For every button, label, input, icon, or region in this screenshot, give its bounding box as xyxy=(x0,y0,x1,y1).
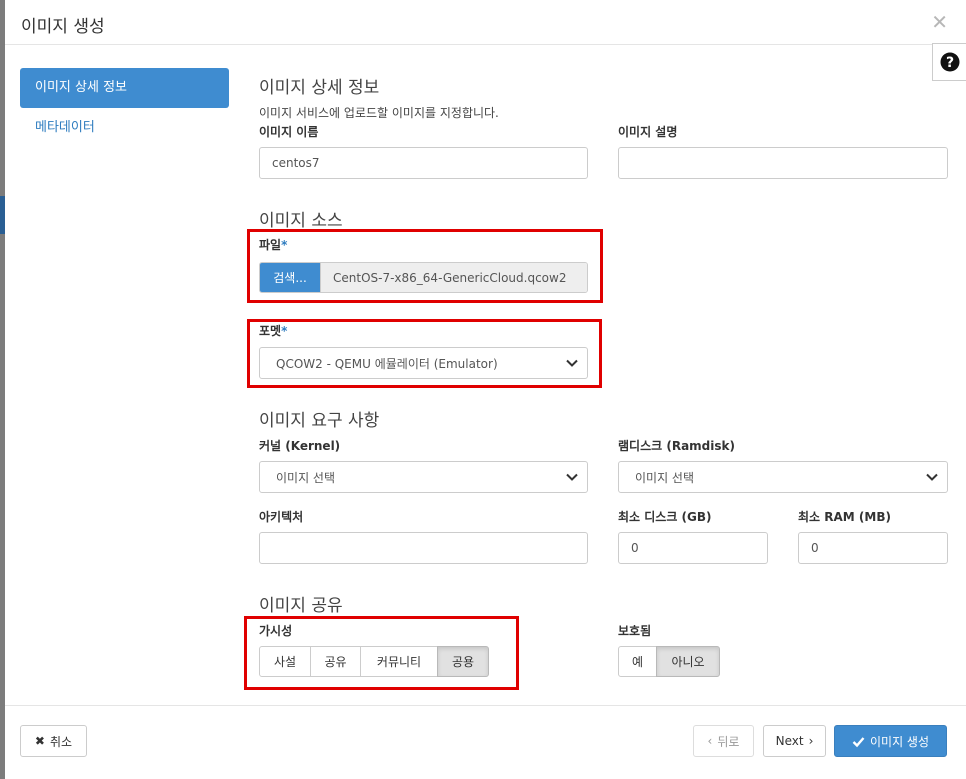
chevron-right-icon: › xyxy=(808,734,814,748)
close-icon: ✖ xyxy=(34,734,45,748)
architecture-label: 아키텍처 xyxy=(259,510,304,524)
min-disk-label: 최소 디스크 (GB) xyxy=(618,510,712,524)
ramdisk-selected-value: 이미지 선택 xyxy=(635,470,695,485)
wizard-sidebar: 이미지 상세 정보 메타데이터 xyxy=(20,68,229,148)
min-disk-value: 0 xyxy=(631,541,639,555)
modal-footer: ✖ 취소 ‹ 뒤로 Next › 이미지 생성 xyxy=(5,705,966,779)
visibility-highlight-box xyxy=(244,616,519,690)
next-button[interactable]: Next › xyxy=(763,725,826,757)
min-ram-value: 0 xyxy=(811,541,819,555)
requirements-heading: 이미지 요구 사항 xyxy=(259,411,380,431)
kernel-label: 커널 (Kernel) xyxy=(259,439,341,453)
chevron-left-icon: ‹ xyxy=(707,734,713,748)
image-name-label: 이미지 이름 xyxy=(259,125,319,139)
min-ram-input[interactable]: 0 xyxy=(798,532,948,564)
back-label: 뒤로 xyxy=(717,734,740,749)
protected-yes-button[interactable]: 예 xyxy=(618,646,657,677)
image-name-value: centos7 xyxy=(272,156,320,170)
min-ram-label: 최소 RAM (MB) xyxy=(798,510,891,524)
cancel-button[interactable]: ✖ 취소 xyxy=(20,725,87,757)
kernel-select[interactable]: 이미지 선택 xyxy=(259,461,588,493)
check-icon xyxy=(852,736,865,747)
next-label: Next xyxy=(775,734,804,748)
image-description-label: 이미지 설명 xyxy=(618,125,678,139)
cancel-label: 취소 xyxy=(49,734,73,749)
modal-title: 이미지 생성 xyxy=(21,17,105,37)
sidebar-item-details[interactable]: 이미지 상세 정보 xyxy=(20,68,229,108)
ramdisk-select[interactable]: 이미지 선택 xyxy=(618,461,948,493)
image-description-input[interactable] xyxy=(618,147,948,179)
chevron-down-icon xyxy=(926,473,938,481)
create-image-label: 이미지 생성 xyxy=(869,734,929,749)
back-button[interactable]: ‹ 뒤로 xyxy=(693,725,754,757)
create-image-modal: 이미지 생성 ✕ ? 이미지 상세 정보 메타데이터 이미지 상세 정보 이미지… xyxy=(5,0,966,779)
protected-label: 보호됨 xyxy=(618,624,652,638)
architecture-input[interactable] xyxy=(259,532,588,564)
ramdisk-label: 램디스크 (Ramdisk) xyxy=(618,439,735,453)
help-button[interactable]: ? xyxy=(932,43,966,81)
close-icon[interactable]: ✕ xyxy=(931,10,948,34)
protected-toggle-group: 예 아니오 xyxy=(618,646,720,677)
svg-text:?: ? xyxy=(945,55,953,71)
file-highlight-box xyxy=(247,229,603,303)
format-highlight-box xyxy=(247,319,602,388)
details-heading: 이미지 상세 정보 xyxy=(259,78,380,98)
details-description: 이미지 서비스에 업로드할 이미지를 지정합니다. xyxy=(259,106,499,120)
sidebar-item-metadata[interactable]: 메타데이터 xyxy=(20,108,229,148)
modal-header: 이미지 생성 ✕ xyxy=(5,0,966,45)
kernel-selected-value: 이미지 선택 xyxy=(276,470,336,485)
question-circle-icon: ? xyxy=(940,52,959,72)
source-heading: 이미지 소스 xyxy=(259,211,343,231)
min-disk-input[interactable]: 0 xyxy=(618,532,768,564)
chevron-down-icon xyxy=(566,473,578,481)
sharing-heading: 이미지 공유 xyxy=(259,596,343,616)
create-image-button[interactable]: 이미지 생성 xyxy=(834,725,947,757)
protected-no-button[interactable]: 아니오 xyxy=(656,646,720,677)
image-name-input[interactable]: centos7 xyxy=(259,147,588,179)
